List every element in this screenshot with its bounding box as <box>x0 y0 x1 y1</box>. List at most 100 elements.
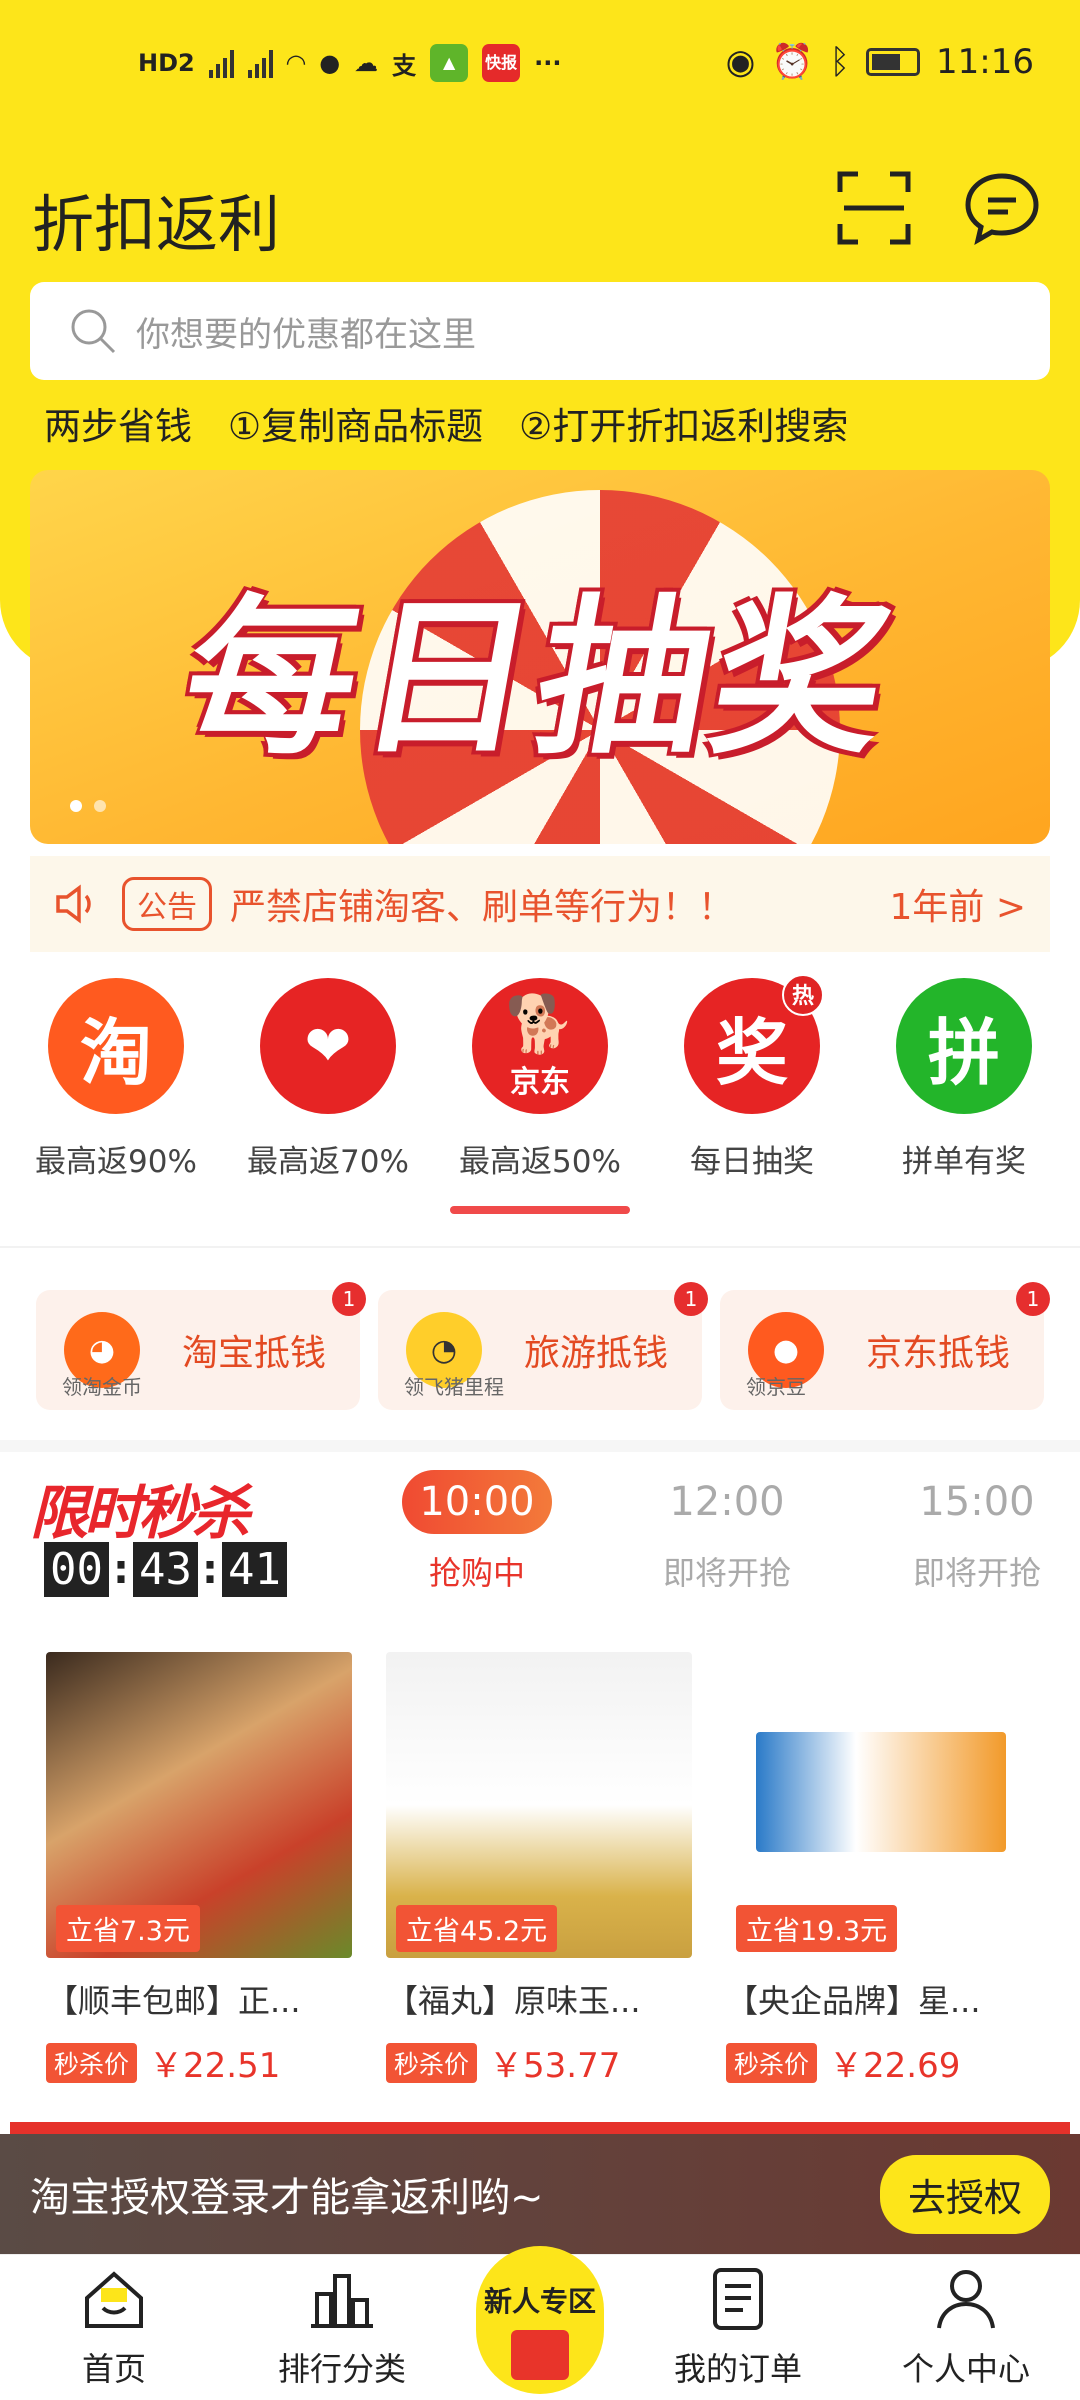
slot-status: 抢购中 <box>428 1554 525 1592</box>
category-label: 最高返50% <box>459 1144 621 1180</box>
slot-status: 即将开抢 <box>912 1554 1041 1592</box>
search-placeholder: 你想要的优惠都在这里 <box>136 314 476 355</box>
product-name: 【央企品牌】星... <box>726 1982 981 2020</box>
slot-12[interactable]: 12:00 即将开抢 <box>602 1470 852 1594</box>
cloud-icon: ☁ <box>354 49 379 77</box>
earn-card-taobao[interactable]: ◕ 淘宝抵钱 领淘金币 1 <box>36 1282 366 1410</box>
flash-sale-title: 限时秒杀 <box>30 1479 250 1547</box>
time-slots: 10:00 抢购中 12:00 即将开抢 15:00 即将开抢 <box>352 1470 1080 1594</box>
step-2: ②打开折扣返利搜索 <box>519 405 849 448</box>
countdown-timer: 00 : 43 : 41 <box>44 1542 287 1597</box>
speaker-icon <box>56 884 91 924</box>
category-label: 最高返70% <box>247 1144 409 1180</box>
news-app-icon: 快报 <box>482 44 521 82</box>
product-name: 【福丸】原味玉... <box>386 1982 641 2020</box>
notice-bar[interactable]: 公告 严禁店铺淘客、刷单等行为！！ 1年前 > <box>30 856 1050 952</box>
savings-badge: 立省7.3元 <box>56 1905 200 1952</box>
category-label: 每日抽奖 <box>690 1144 814 1180</box>
lottery-icon: 奖热 <box>684 974 824 1114</box>
product-image: 立省19.3元 <box>726 1652 1032 1958</box>
category-scroll-indicator <box>450 1206 630 1214</box>
step-title: 两步省钱 <box>44 405 192 448</box>
earn-card-badge: 1 <box>1016 1282 1050 1316</box>
savings-badge: 立省19.3元 <box>736 1905 898 1952</box>
tab-profile[interactable]: 个人中心 <box>866 2264 1066 2390</box>
step-1: ①复制商品标题 <box>228 405 484 448</box>
notice-tag: 公告 <box>122 877 212 931</box>
earn-card-sub: 领淘金币 <box>62 1375 142 1399</box>
product-price: ￥22.69 <box>829 2046 961 2086</box>
earn-card-title: 京东抵钱 <box>866 1333 1011 1374</box>
slot-status: 即将开抢 <box>662 1554 791 1592</box>
earn-card-jd[interactable]: ● 京东抵钱 领京豆 1 <box>720 1282 1050 1410</box>
tab-label: 排行分类 <box>277 2350 406 2388</box>
product-list: 立省7.3元 【顺丰包邮】正... 秒杀价 ￥22.51 立省45.2元 【福丸】… <box>46 1652 1054 2087</box>
pinduoduo-icon: ❤ <box>260 978 396 1114</box>
product-card[interactable]: 立省45.2元 【福丸】原味玉... 秒杀价 ￥53.77 <box>386 1652 692 2087</box>
bluetooth-icon: ᛒ <box>829 42 851 82</box>
authorize-button[interactable]: 去授权 <box>879 2154 1050 2234</box>
tab-label: 首页 <box>81 2350 146 2388</box>
divider <box>0 1246 1080 1248</box>
eye-icon: ◉ <box>725 42 756 82</box>
chat-icon: ● <box>319 49 341 77</box>
home-icon <box>85 2271 143 2328</box>
wifi-icon: ◠ <box>286 49 306 77</box>
product-box-graphic <box>756 1732 1006 1852</box>
tab-ranking[interactable]: 排行分类 <box>242 2264 442 2390</box>
tab-label: 我的订单 <box>673 2350 802 2388</box>
app-icon: ▲ <box>430 44 469 82</box>
group-buy-icon: 拼 <box>896 978 1032 1114</box>
clock: 11:16 <box>936 42 1034 82</box>
tab-label: 个人中心 <box>901 2350 1030 2388</box>
signal-icon-2 <box>247 48 273 78</box>
product-image: 立省7.3元 <box>46 1652 352 1958</box>
price-tag: 秒杀价 <box>46 2042 138 2083</box>
ranking-icon <box>311 2274 373 2328</box>
alipay-icon: 支 <box>392 51 417 80</box>
hot-badge: 热 <box>782 974 824 1016</box>
promo-banner[interactable]: 每日抽奖 <box>30 470 1050 844</box>
product-card[interactable]: 立省19.3元 【央企品牌】星... 秒杀价 ￥22.69 <box>726 1652 1032 2087</box>
jd-icon: 🐕 京东 <box>472 978 608 1114</box>
more-icon: ··· <box>534 49 562 77</box>
slot-time: 15:00 <box>919 1479 1035 1525</box>
category-taobao[interactable]: 淘 最高返90% <box>21 978 211 1181</box>
slot-15[interactable]: 15:00 即将开抢 <box>852 1470 1080 1594</box>
earn-card-sub: 领飞猪里程 <box>404 1375 504 1399</box>
savings-badge: 立省45.2元 <box>396 1905 558 1952</box>
category-pinduoduo[interactable]: ❤ 最高返70% <box>233 978 423 1181</box>
notice-time[interactable]: 1年前 > <box>889 878 1026 930</box>
tab-home[interactable]: 首页 <box>14 2264 214 2390</box>
taobao-icon: 淘 <box>48 978 184 1114</box>
new-user-zone-button[interactable]: 新人专区 <box>476 2246 604 2394</box>
battery-icon <box>866 48 921 76</box>
search-bar[interactable]: 你想要的优惠都在这里 <box>30 282 1050 380</box>
category-lottery[interactable]: 奖热 每日抽奖 <box>657 974 847 1181</box>
status-bar: HD2 ◠ ● ☁ 支 ▲ 快报 ··· ◉ ⏰ ᛒ 11:16 <box>0 34 1080 96</box>
app-title: 折扣返利 <box>32 188 281 261</box>
steps-row: 两步省钱 ①复制商品标题 ②打开折扣返利搜索 <box>44 396 848 450</box>
scan-icon[interactable] <box>834 168 914 248</box>
earn-card-title: 淘宝抵钱 <box>182 1333 327 1374</box>
slot-time: 10:00 <box>402 1470 552 1534</box>
gift-icon <box>511 2330 569 2380</box>
slot-10[interactable]: 10:00 抢购中 <box>352 1470 602 1594</box>
earn-card-badge: 1 <box>332 1282 366 1316</box>
category-group-buy[interactable]: 拼 拼单有奖 <box>869 978 1059 1181</box>
earn-card-badge: 1 <box>674 1282 708 1316</box>
product-card[interactable]: 立省7.3元 【顺丰包邮】正... 秒杀价 ￥22.51 <box>46 1652 352 2087</box>
message-icon[interactable] <box>962 168 1042 248</box>
category-jd[interactable]: 🐕 京东 最高返50% <box>445 978 635 1181</box>
search-icon <box>71 309 116 354</box>
profile-icon <box>937 2270 995 2329</box>
product-image: 立省45.2元 <box>386 1652 692 1958</box>
product-price: ￥22.51 <box>149 2046 281 2086</box>
banner-text: 每日抽奖 <box>169 580 909 778</box>
banner-indicator <box>70 800 106 812</box>
earn-card-travel[interactable]: ◔ 旅游抵钱 领飞猪里程 1 <box>378 1282 708 1410</box>
tab-orders[interactable]: 我的订单 <box>638 2264 838 2390</box>
slot-time: 12:00 <box>669 1479 785 1525</box>
timer-minutes: 43 <box>132 1542 198 1597</box>
earn-card-sub: 领京豆 <box>746 1375 806 1399</box>
